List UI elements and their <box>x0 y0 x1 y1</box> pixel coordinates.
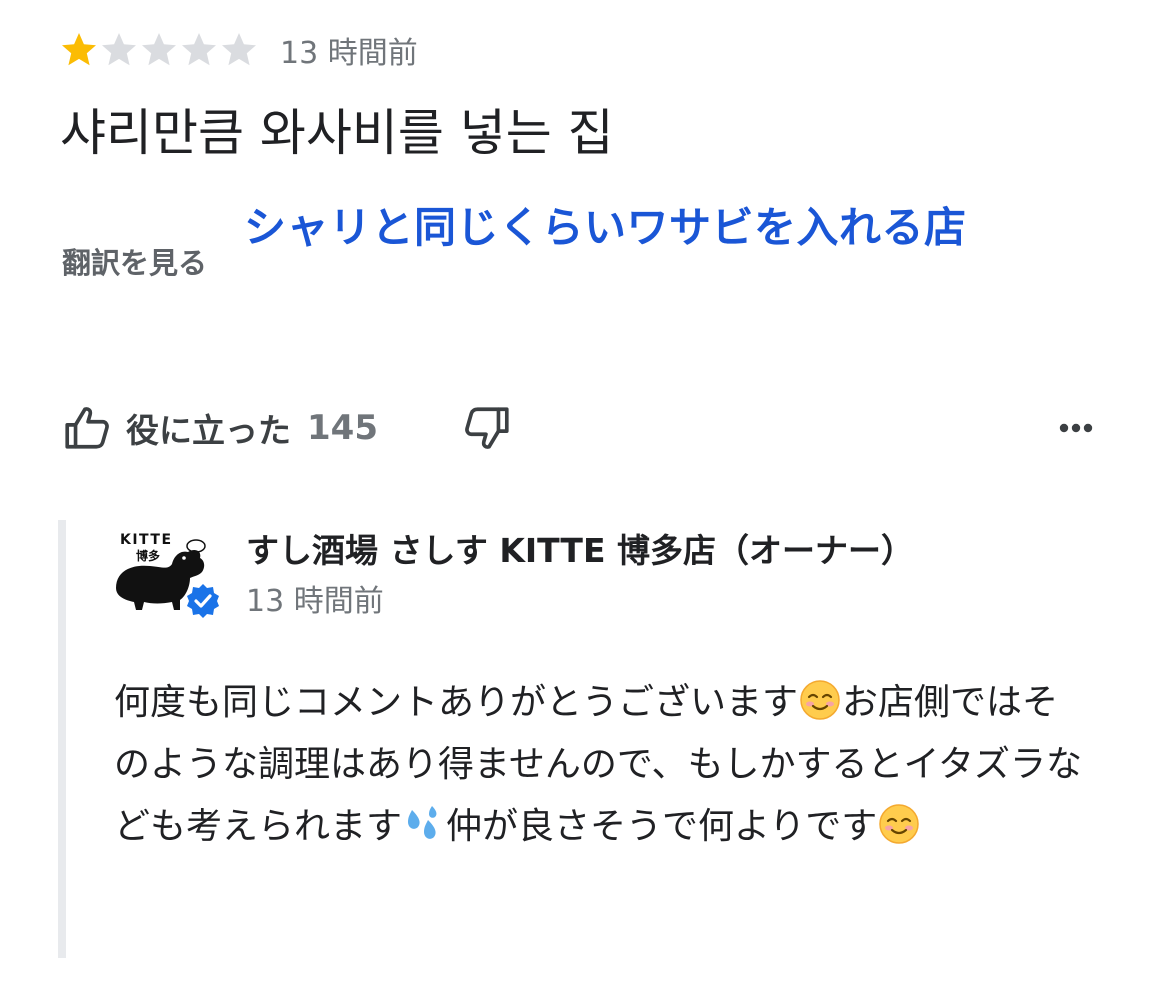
reply-text-part: 仲が良さそうで何よりです <box>446 806 878 847</box>
thumb-down-icon <box>465 407 509 449</box>
helpful-button[interactable]: 役に立った 145 <box>62 403 378 453</box>
owner-name[interactable]: すし酒場 さしす KITTE 博多店（オーナー） <box>246 524 914 572</box>
review-text: 샤리만큼 와사비를 넣는 집 <box>60 104 614 162</box>
more-options-button[interactable] <box>1054 406 1098 450</box>
translation-overlay-text: シャリと同じくらいワサビを入れる店 <box>244 203 967 252</box>
avatar-logo-text: KITTE <box>120 532 173 548</box>
owner-reply-time: 13 時間前 <box>246 584 384 619</box>
sweat-droplets-emoji-icon <box>408 806 437 839</box>
review-time: 13 時間前 <box>280 36 418 71</box>
star-empty-icon <box>182 33 216 66</box>
more-horizontal-icon <box>1059 423 1093 433</box>
review-actions: 役に立った 145 <box>62 398 1098 458</box>
rating-row: 13 時間前 <box>60 28 418 72</box>
helpful-count: 145 <box>307 408 378 448</box>
star-filled-icon <box>62 33 96 66</box>
reply-indent-bar <box>58 520 66 958</box>
star-empty-icon <box>102 33 136 66</box>
star-empty-icon <box>142 33 176 66</box>
smiling-face-emoji-icon <box>800 680 840 720</box>
verified-badge-icon <box>187 584 219 618</box>
not-helpful-button[interactable] <box>462 403 512 453</box>
avatar-logo-subtext: 博多 <box>136 548 160 563</box>
smiling-face-emoji-icon <box>879 804 920 844</box>
helpful-label: 役に立った <box>126 411 291 450</box>
star-rating <box>60 31 258 69</box>
thumb-up-icon <box>65 407 109 449</box>
reply-text-part: 何度も同じコメントありがとうございます <box>114 682 799 723</box>
owner-reply-text: 何度も同じコメントありがとうございます お店側ではそのような調理はあり得ませんの… <box>114 672 1094 858</box>
star-empty-icon <box>222 33 256 66</box>
see-translation-link[interactable]: 翻訳を見る <box>62 240 207 282</box>
